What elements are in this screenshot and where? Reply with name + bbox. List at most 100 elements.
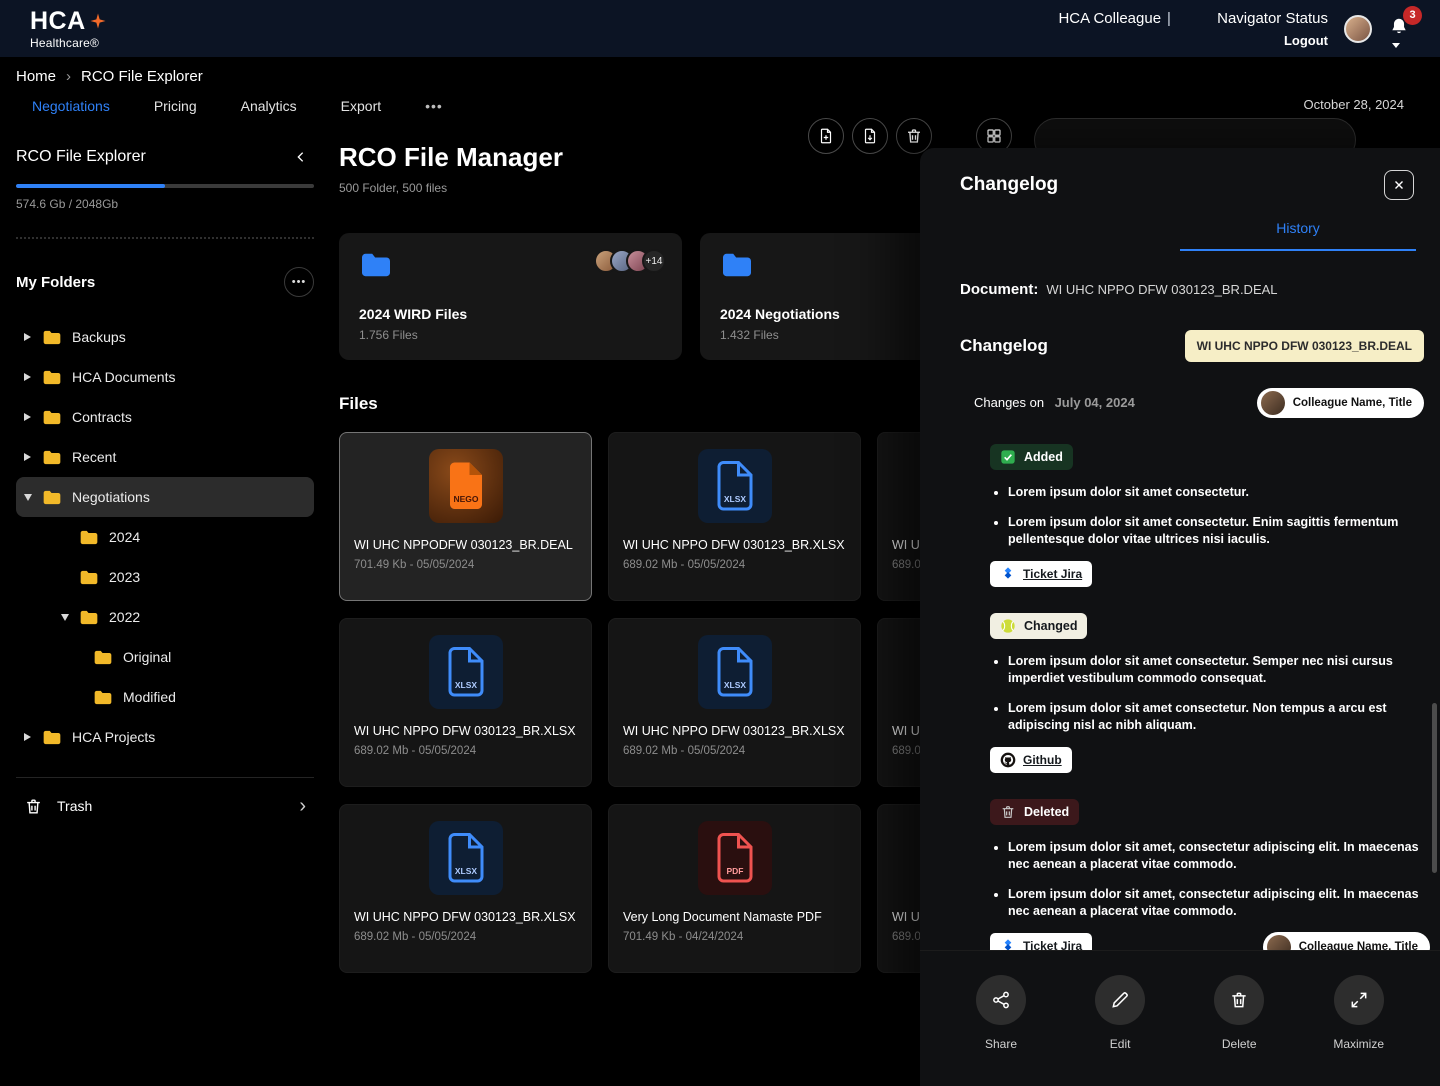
sidebar-item-original[interactable]: Original <box>16 637 314 677</box>
document-label: Document: <box>960 281 1038 298</box>
changed-badge: Changed <box>990 613 1087 639</box>
close-button[interactable] <box>1384 170 1414 200</box>
share-button[interactable]: Share <box>976 975 1026 1086</box>
file-card[interactable]: XLSX WI UHC NPPO DFW 030123_BR.XLSX 689.… <box>339 804 592 973</box>
chevron-left-icon <box>293 149 309 165</box>
shared-avatars: +14 <box>602 249 666 273</box>
file-card[interactable]: XLSX WI UHC NPPO DFW 030123_BR.XLSX 689.… <box>608 432 861 601</box>
svg-text:XLSX: XLSX <box>723 494 746 504</box>
sidebar-collapse-button[interactable] <box>288 144 314 170</box>
changes-on-label: Changes on <box>974 395 1044 410</box>
sidebar-item-2024[interactable]: 2024 <box>16 517 314 557</box>
file-card[interactable]: XLSX WI UHC NPPO DFW 030123_BR.XLSX 689.… <box>339 618 592 787</box>
trash-label: Trash <box>57 798 92 814</box>
maximize-icon <box>1349 990 1369 1010</box>
file-meta: 701.49 Kb - 04/24/2024 <box>609 931 860 943</box>
change-list: Lorem ipsum dolor sit amet consectetur. … <box>1008 653 1424 735</box>
sidebar-item-negotiations[interactable]: Negotiations <box>16 477 314 517</box>
folder-icon <box>720 251 754 279</box>
svg-text:PDF: PDF <box>726 866 743 876</box>
sidebar-title: RCO File Explorer <box>16 148 146 166</box>
chevron-right-icon <box>24 733 31 741</box>
tab-export[interactable]: Export <box>341 98 381 114</box>
added-badge: Added <box>990 444 1073 470</box>
breadcrumb-current: RCO File Explorer <box>81 68 203 85</box>
brand-subtext: Healthcare® <box>30 37 107 49</box>
sidebar-item-2023[interactable]: 2023 <box>16 557 314 597</box>
github-link[interactable]: Github <box>990 747 1072 773</box>
ticket-jira-link[interactable]: Ticket Jira <box>990 933 1092 951</box>
pdf-file-icon: PDF <box>698 821 772 895</box>
folder-label: 2023 <box>109 569 140 585</box>
file-name-badge: WI UHC NPPO DFW 030123_BR.DEAL <box>1185 330 1424 362</box>
user-avatar[interactable] <box>1344 15 1372 43</box>
deleted-badge: Deleted <box>990 799 1079 825</box>
ticket-jira-link[interactable]: Ticket Jira <box>990 561 1092 587</box>
sidebar-item-modified[interactable]: Modified <box>16 677 314 717</box>
sidebar-item-2022[interactable]: 2022 <box>16 597 314 637</box>
new-file-button[interactable] <box>808 118 844 154</box>
chevron-right-icon: › <box>299 795 306 818</box>
tab-pricing[interactable]: Pricing <box>154 98 197 114</box>
navigator-status-link[interactable]: Navigator Status <box>1217 10 1328 27</box>
author-chip: Colleague Name, Title <box>1257 388 1424 418</box>
changelog-section-deleted: Deleted Lorem ipsum dolor sit amet, cons… <box>990 773 1424 951</box>
folder-card-2024-wird-files[interactable]: +14 2024 WIRD Files 1.756 Files <box>339 233 682 360</box>
folder-icon <box>42 329 62 346</box>
check-icon <box>1000 449 1016 465</box>
chevron-down-icon <box>61 614 69 621</box>
sidebar-item-contracts[interactable]: Contracts <box>16 397 314 437</box>
change-entry-header: Changes on July 04, 2024 Colleague Name,… <box>960 388 1424 418</box>
chevron-right-icon <box>24 413 31 421</box>
tab-history[interactable]: History <box>1180 220 1416 251</box>
author-name: Colleague Name, Title <box>1293 397 1412 409</box>
xlsx-file-icon: XLSX <box>429 821 503 895</box>
folders-more-button[interactable]: ••• <box>284 267 314 297</box>
sidebar-item-hca-projects[interactable]: HCA Projects <box>16 717 314 757</box>
tab-negotiations[interactable]: Negotiations <box>32 98 110 114</box>
jira-icon <box>1000 566 1016 582</box>
sidebar-item-trash[interactable]: Trash › <box>16 778 314 834</box>
breadcrumb-home[interactable]: Home <box>16 68 56 85</box>
avatar-overflow-count: +14 <box>642 249 666 273</box>
file-card[interactable]: NEGO WI UHC NPPODFW 030123_BR.DEAL 701.4… <box>339 432 592 601</box>
document-name: WI UHC NPPO DFW 030123_BR.DEAL <box>1046 282 1277 297</box>
header-right: HCA Colleague| Navigator Status Logout 3 <box>1058 11 1414 47</box>
sidebar-item-hca-documents[interactable]: HCA Documents <box>16 357 314 397</box>
sidebar-item-recent[interactable]: Recent <box>16 437 314 477</box>
tab-analytics[interactable]: Analytics <box>241 98 297 114</box>
download-file-button[interactable] <box>852 118 888 154</box>
logout-link[interactable]: Logout <box>1058 34 1328 47</box>
file-card[interactable]: PDF Very Long Document Namaste PDF 701.4… <box>608 804 861 973</box>
close-icon <box>1392 178 1406 192</box>
file-meta: 701.49 Kb - 05/05/2024 <box>340 559 591 571</box>
author-name: Colleague Name, Title <box>1299 941 1418 950</box>
xlsx-file-icon: XLSX <box>698 635 772 709</box>
brand-text: HCA <box>30 9 86 34</box>
jira-icon <box>1000 938 1016 951</box>
trash-icon <box>1000 804 1016 820</box>
chevron-down-icon <box>24 494 32 501</box>
folder-icon <box>42 729 62 746</box>
ball-icon <box>1000 618 1016 634</box>
breadcrumb-separator-icon: › <box>66 68 71 85</box>
file-card[interactable]: XLSX WI UHC NPPO DFW 030123_BR.XLSX 689.… <box>608 618 861 787</box>
tab-more[interactable]: ••• <box>425 98 443 114</box>
folder-label: Backups <box>72 329 126 345</box>
trash-icon <box>24 797 43 816</box>
trash-icon <box>1229 990 1249 1010</box>
file-name: WI UHC NPPO DFW 030123_BR.XLSX <box>340 910 591 924</box>
notifications-button[interactable]: 3 <box>1388 12 1414 46</box>
my-folders-heading: My Folders <box>16 274 95 291</box>
changelog-item: Lorem ipsum dolor sit amet consectetur. <box>1008 484 1424 502</box>
changelog-heading: Changelog <box>960 336 1048 356</box>
maximize-button[interactable]: Maximize <box>1333 975 1384 1086</box>
delete-button[interactable]: Delete <box>1214 975 1264 1086</box>
panel-scrollbar[interactable] <box>1432 703 1437 873</box>
file-plus-icon <box>817 127 835 145</box>
sidebar-item-backups[interactable]: Backups <box>16 317 314 357</box>
edit-button[interactable]: Edit <box>1095 975 1145 1086</box>
file-meta: 689.02 Mb - 05/05/2024 <box>609 745 860 757</box>
changelog-panel: Changelog History Document: WI UHC NPPO … <box>920 148 1440 1086</box>
changelog-item: Lorem ipsum dolor sit amet, consectetur … <box>1008 839 1424 874</box>
